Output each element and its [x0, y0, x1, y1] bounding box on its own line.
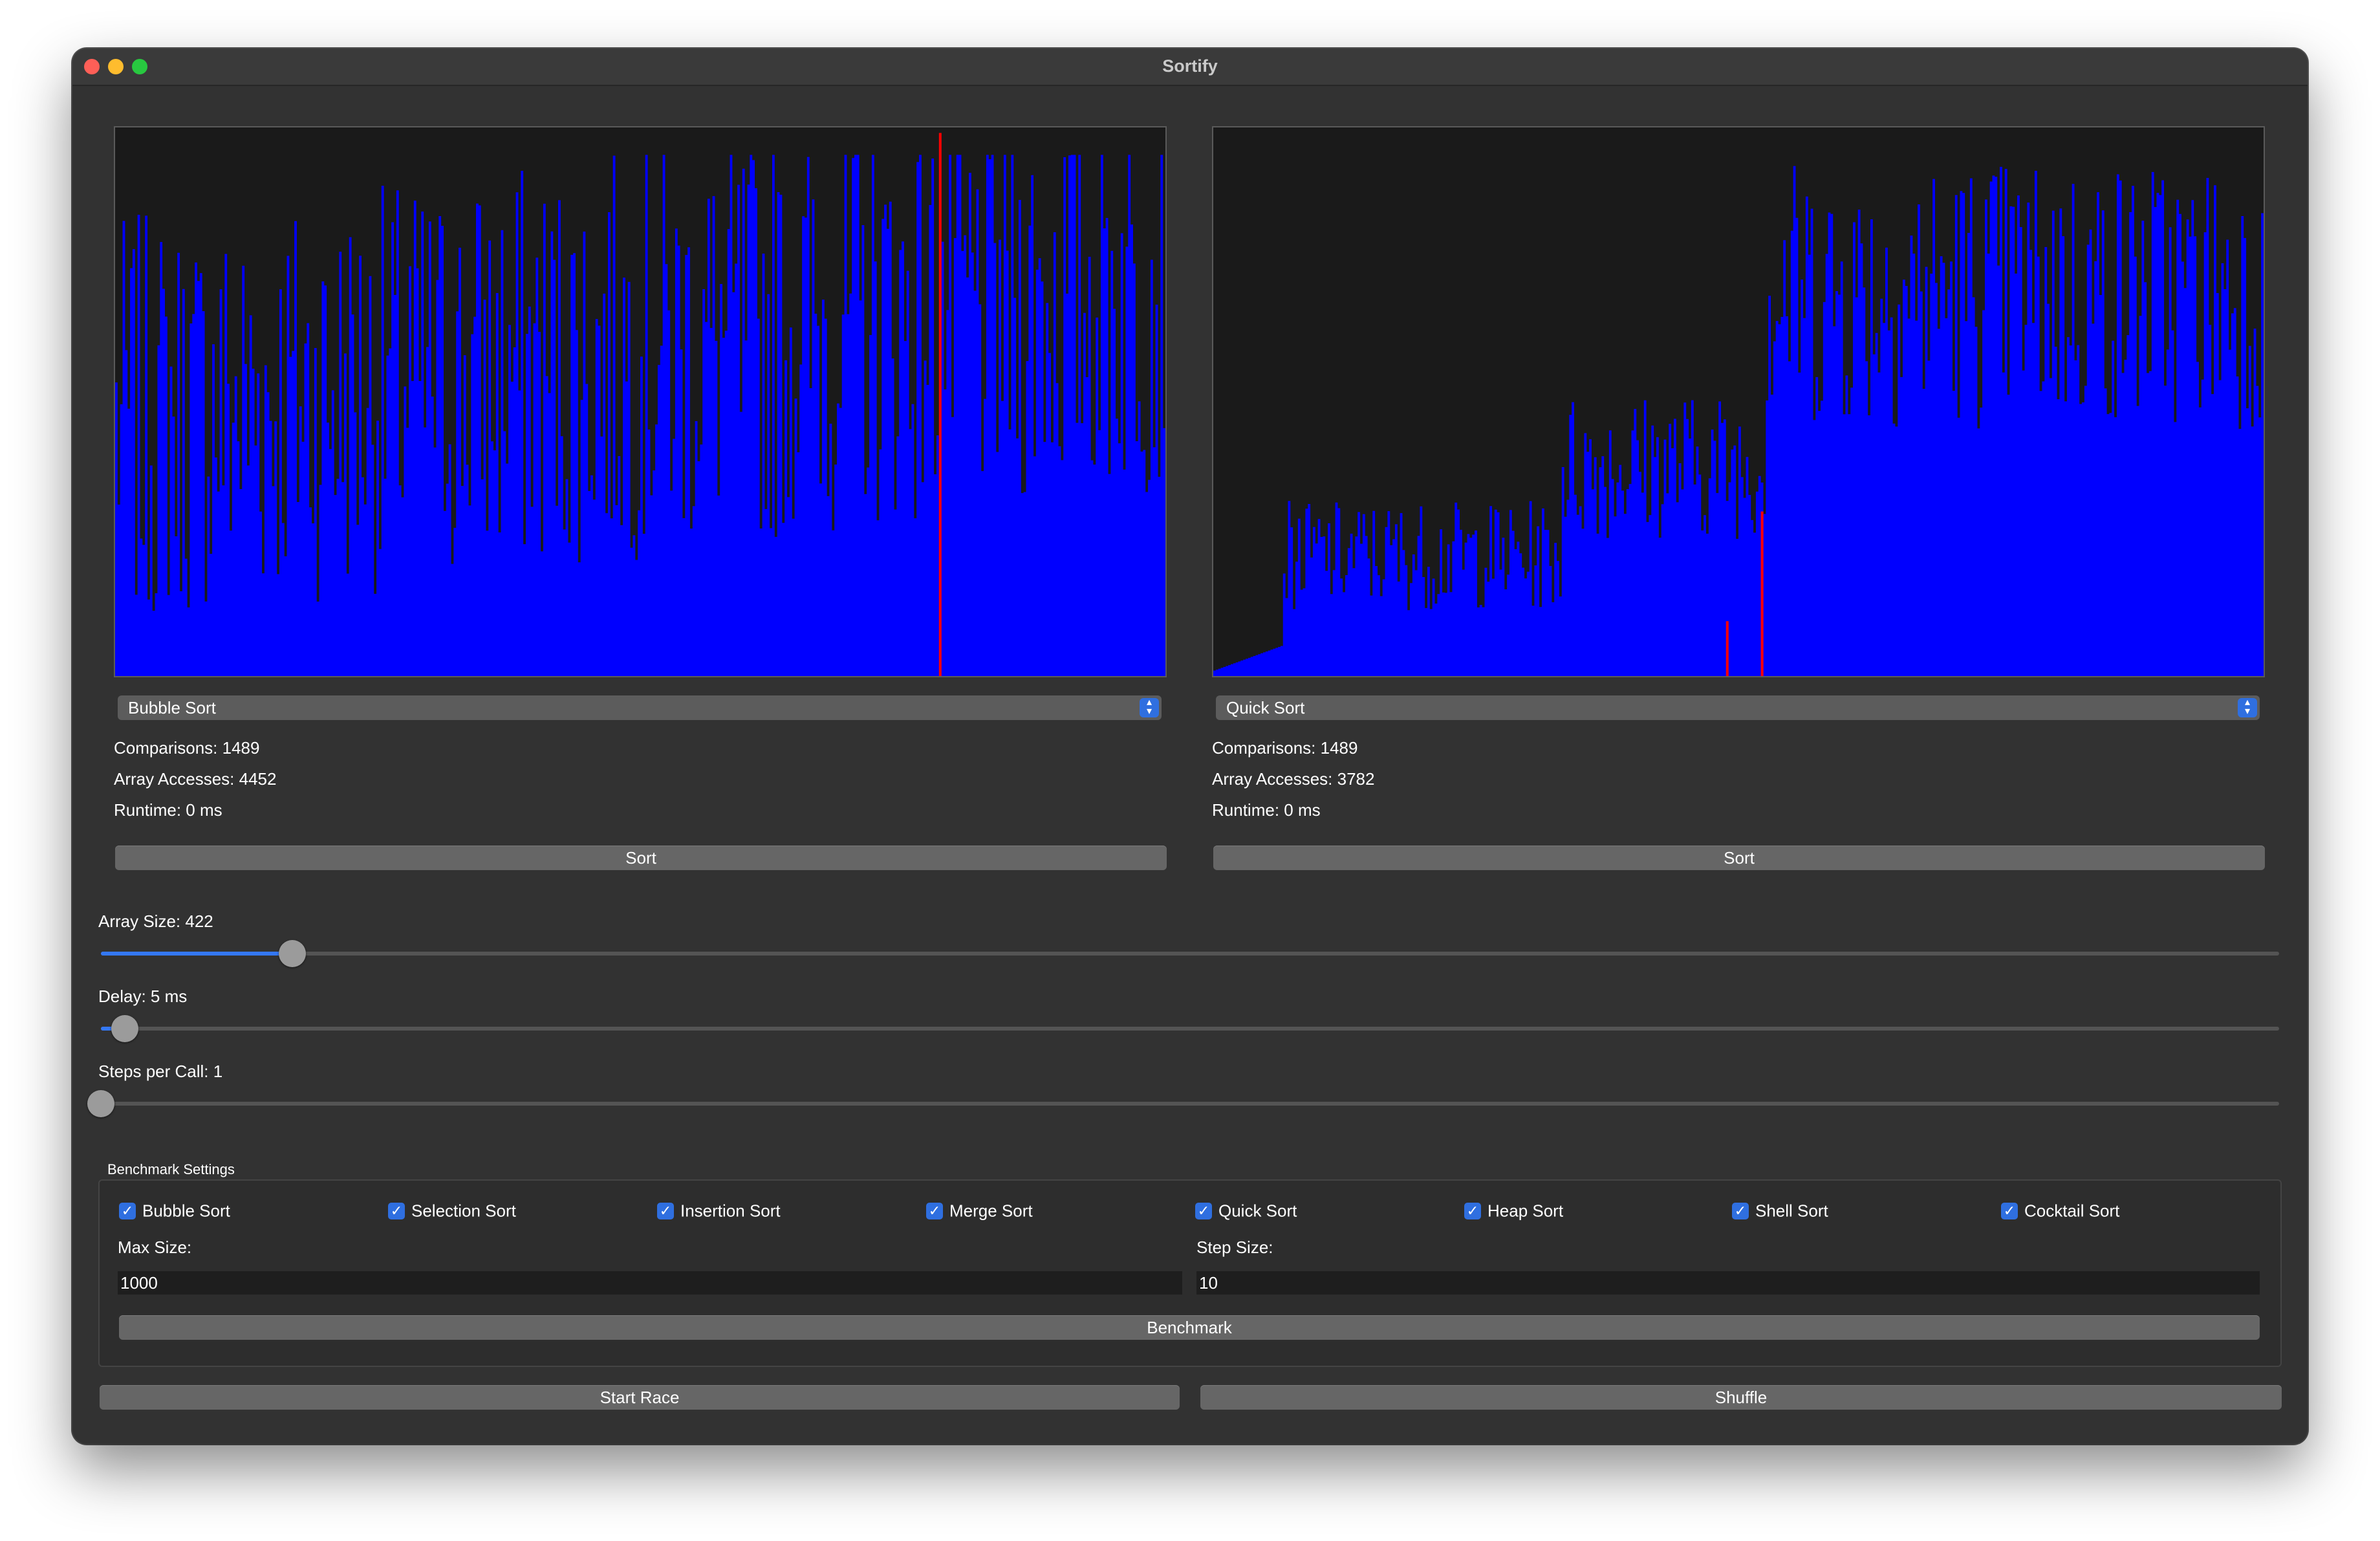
- left-sort-button[interactable]: Sort: [115, 846, 1167, 870]
- benchmark-check-bubble-sort[interactable]: ✓ Bubble Sort: [119, 1200, 230, 1221]
- checkmark-icon[interactable]: ✓: [1464, 1203, 1481, 1220]
- right-visualizer-highlight-bar: [1726, 621, 1729, 676]
- checkmark-icon[interactable]: ✓: [119, 1203, 136, 1220]
- left-visualizer-highlight-bar: [938, 133, 942, 676]
- checkmark-icon[interactable]: ✓: [1195, 1203, 1212, 1220]
- left-runtime: Runtime: 0 ms: [114, 800, 222, 820]
- checkmark-icon[interactable]: ✓: [1732, 1203, 1749, 1220]
- array-size-slider[interactable]: [101, 940, 2279, 967]
- left-algorithm-select[interactable]: Bubble Sort ▴ ▾: [118, 695, 1162, 720]
- array-size-label: Array Size: 422: [98, 912, 213, 931]
- left-visualizer-bars: [115, 155, 1165, 676]
- checkmark-icon[interactable]: ✓: [926, 1203, 943, 1220]
- right-visualizer-bars: [1213, 166, 2264, 676]
- checkmark-icon[interactable]: ✓: [388, 1203, 405, 1220]
- right-sort-button[interactable]: Sort: [1213, 846, 2265, 870]
- left-array-accesses: Array Accesses: 4452: [114, 769, 277, 789]
- checkmark-icon[interactable]: ✓: [2001, 1203, 2018, 1220]
- left-algorithm-value: Bubble Sort: [128, 698, 216, 717]
- max-size-label: Max Size:: [118, 1238, 192, 1257]
- benchmark-check-heap-sort[interactable]: ✓ Heap Sort: [1464, 1200, 1563, 1221]
- benchmark-check-shell-sort[interactable]: ✓ Shell Sort: [1732, 1200, 1828, 1221]
- steps-per-call-label: Steps per Call: 1: [98, 1062, 223, 1081]
- app-window: Sortify Bubble Sort ▴ ▾ Quick Sort ▴ ▾ Com…: [72, 49, 2308, 1444]
- right-visualizer-canvas: [1212, 126, 2265, 677]
- step-size-input[interactable]: 10: [1196, 1271, 2260, 1295]
- start-race-button[interactable]: Start Race: [100, 1385, 1180, 1410]
- benchmark-check-insertion-sort[interactable]: ✓ Insertion Sort: [657, 1200, 781, 1221]
- array-size-slider-thumb[interactable]: [279, 940, 307, 967]
- steps-per-call-slider[interactable]: [87, 1090, 2279, 1117]
- checkmark-icon[interactable]: ✓: [657, 1203, 674, 1220]
- window-title: Sortify: [1162, 56, 1218, 76]
- benchmark-settings-title: Benchmark Settings: [107, 1161, 235, 1177]
- benchmark-check-selection-sort[interactable]: ✓ Selection Sort: [388, 1200, 516, 1221]
- benchmark-button[interactable]: Benchmark: [119, 1315, 2260, 1340]
- right-comparisons: Comparisons: 1489: [1212, 738, 1358, 758]
- right-array-accesses: Array Accesses: 3782: [1212, 769, 1375, 789]
- right-algorithm-value: Quick Sort: [1226, 698, 1305, 717]
- array-size-slider-fill: [101, 952, 293, 956]
- delay-slider-thumb[interactable]: [111, 1015, 139, 1042]
- benchmark-check-cocktail-sort[interactable]: ✓ Cocktail Sort: [2001, 1200, 2119, 1221]
- chevron-up-down-icon: ▴ ▾: [1140, 697, 1159, 717]
- shuffle-button[interactable]: Shuffle: [1200, 1385, 2282, 1410]
- steps-per-call-slider-thumb[interactable]: [87, 1090, 114, 1117]
- chevron-up-down-icon: ▴ ▾: [2238, 697, 2257, 717]
- left-visualizer-canvas: [114, 126, 1167, 677]
- benchmark-check-quick-sort[interactable]: ✓ Quick Sort: [1195, 1200, 1297, 1221]
- step-size-label: Step Size:: [1196, 1238, 1273, 1257]
- right-runtime: Runtime: 0 ms: [1212, 800, 1321, 820]
- title-bar: Sortify: [72, 49, 2308, 86]
- left-comparisons: Comparisons: 1489: [114, 738, 260, 758]
- max-size-input[interactable]: 1000: [118, 1271, 1182, 1295]
- delay-label: Delay: 5 ms: [98, 987, 188, 1006]
- right-visualizer-highlight-bar: [1760, 511, 1764, 676]
- delay-slider[interactable]: [101, 1015, 2279, 1042]
- benchmark-check-merge-sort[interactable]: ✓ Merge Sort: [926, 1200, 1033, 1221]
- right-algorithm-select[interactable]: Quick Sort ▴ ▾: [1216, 695, 2260, 720]
